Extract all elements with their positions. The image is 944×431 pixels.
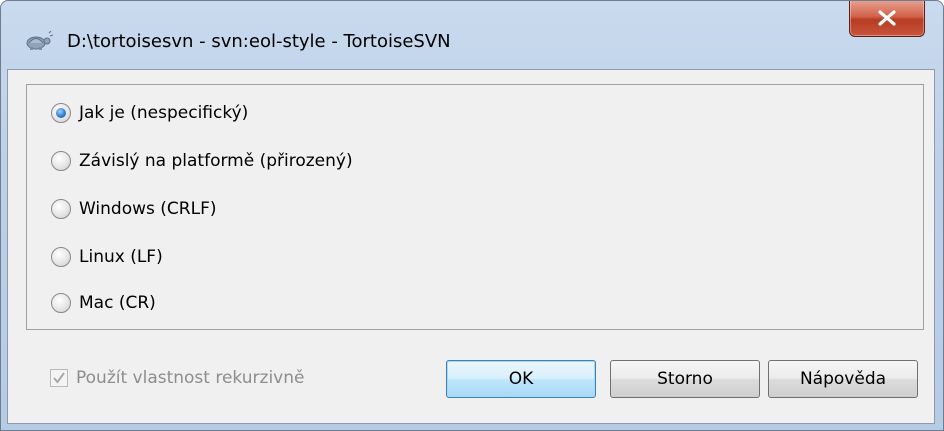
recursive-checkbox-label: Použít vlastnost rekurzivně <box>76 368 305 388</box>
checkbox-checked-disabled[interactable] <box>50 369 68 387</box>
radio-label-native: Závislý na platformě (přirozený) <box>79 151 353 171</box>
radio-as-is[interactable]: Jak je (nespecifický) <box>51 99 248 127</box>
dialog-window: D:\tortoisesvn - svn:eol-style - Tortois… <box>0 0 944 431</box>
window-border <box>933 69 943 430</box>
radio-label-mac-cr: Mac (CR) <box>79 293 156 313</box>
eol-style-options-group: Jak je (nespecifický) Závislý na platfor… <box>26 84 924 330</box>
ok-button[interactable]: OK <box>446 360 596 398</box>
radio-label-windows-crlf: Windows (CRLF) <box>79 199 217 219</box>
recursive-checkbox[interactable]: Použít vlastnost rekurzivně <box>50 368 304 388</box>
radio-button[interactable] <box>51 293 71 313</box>
radio-label-linux-lf: Linux (LF) <box>79 247 163 267</box>
radio-button[interactable] <box>51 247 71 267</box>
cancel-button[interactable]: Storno <box>610 360 760 398</box>
title-bar[interactable]: D:\tortoisesvn - svn:eol-style - Tortois… <box>1 1 943 69</box>
radio-mac-cr[interactable]: Mac (CR) <box>51 289 156 317</box>
close-button[interactable] <box>849 1 925 37</box>
radio-native[interactable]: Závislý na platformě (přirozený) <box>51 147 353 175</box>
window-title: D:\tortoisesvn - svn:eol-style - Tortois… <box>67 31 451 52</box>
dialog-client-area: Jak je (nespecifický) Závislý na platfor… <box>7 69 935 424</box>
dialog-button-bar: Použít vlastnost rekurzivně OK Storno Ná… <box>8 342 934 402</box>
radio-linux-lf[interactable]: Linux (LF) <box>51 243 163 271</box>
radio-button[interactable] <box>51 151 71 171</box>
radio-button[interactable] <box>51 199 71 219</box>
radio-label-as-is: Jak je (nespecifický) <box>79 103 249 123</box>
checkmark-icon <box>53 372 65 384</box>
close-icon <box>877 10 897 26</box>
help-button[interactable]: Nápověda <box>768 360 918 398</box>
radio-windows-crlf[interactable]: Windows (CRLF) <box>51 195 217 223</box>
tortoise-icon <box>23 30 54 51</box>
radio-button-checked[interactable] <box>51 103 71 123</box>
